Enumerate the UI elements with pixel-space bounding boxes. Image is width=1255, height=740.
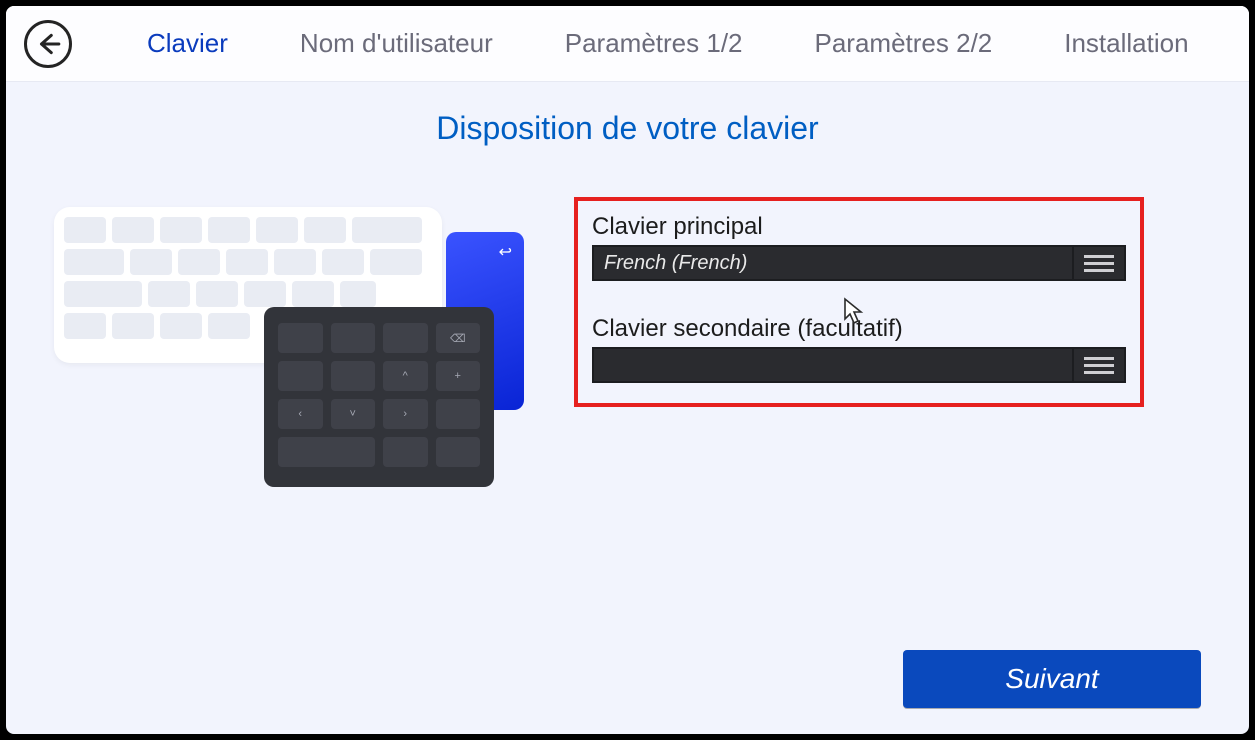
step-clavier[interactable]: Clavier xyxy=(147,28,228,59)
numpad-icon: ⌫ ^+ ‹˅› xyxy=(264,307,494,487)
step-installation[interactable]: Installation xyxy=(1064,28,1188,59)
next-button[interactable]: Suivant xyxy=(903,650,1201,708)
secondary-keyboard-select[interactable] xyxy=(592,347,1126,383)
primary-keyboard-value: French (French) xyxy=(604,252,747,275)
form-area: Clavier principal French (French) Clavie… xyxy=(574,197,1201,407)
installer-window: Clavier Nom d'utilisateur Paramètres 1/2… xyxy=(0,0,1255,740)
topbar: Clavier Nom d'utilisateur Paramètres 1/2… xyxy=(6,6,1249,82)
keyboard-illustration: ↩ ⌫ ^+ ‹˅› xyxy=(54,197,524,497)
content: Disposition de votre clavier xyxy=(6,82,1249,734)
page-title: Disposition de votre clavier xyxy=(54,110,1201,147)
arrow-left-icon xyxy=(35,31,61,57)
step-params-2[interactable]: Paramètres 2/2 xyxy=(815,28,993,59)
step-params-1[interactable]: Paramètres 1/2 xyxy=(565,28,743,59)
columns: ↩ ⌫ ^+ ‹˅› Clavier principal French (Fre… xyxy=(54,197,1201,497)
hamburger-icon xyxy=(1072,247,1114,279)
back-button[interactable] xyxy=(24,20,72,68)
breadcrumb: Clavier Nom d'utilisateur Paramètres 1/2… xyxy=(147,28,1189,59)
primary-keyboard-label: Clavier principal xyxy=(592,213,1126,241)
primary-keyboard-select[interactable]: French (French) xyxy=(592,245,1126,281)
hamburger-icon xyxy=(1072,349,1114,381)
secondary-keyboard-label: Clavier secondaire (facultatif) xyxy=(592,315,1126,343)
highlight-box: Clavier principal French (French) Clavie… xyxy=(574,197,1144,407)
step-username[interactable]: Nom d'utilisateur xyxy=(300,28,493,59)
enter-icon: ↩ xyxy=(499,242,512,262)
